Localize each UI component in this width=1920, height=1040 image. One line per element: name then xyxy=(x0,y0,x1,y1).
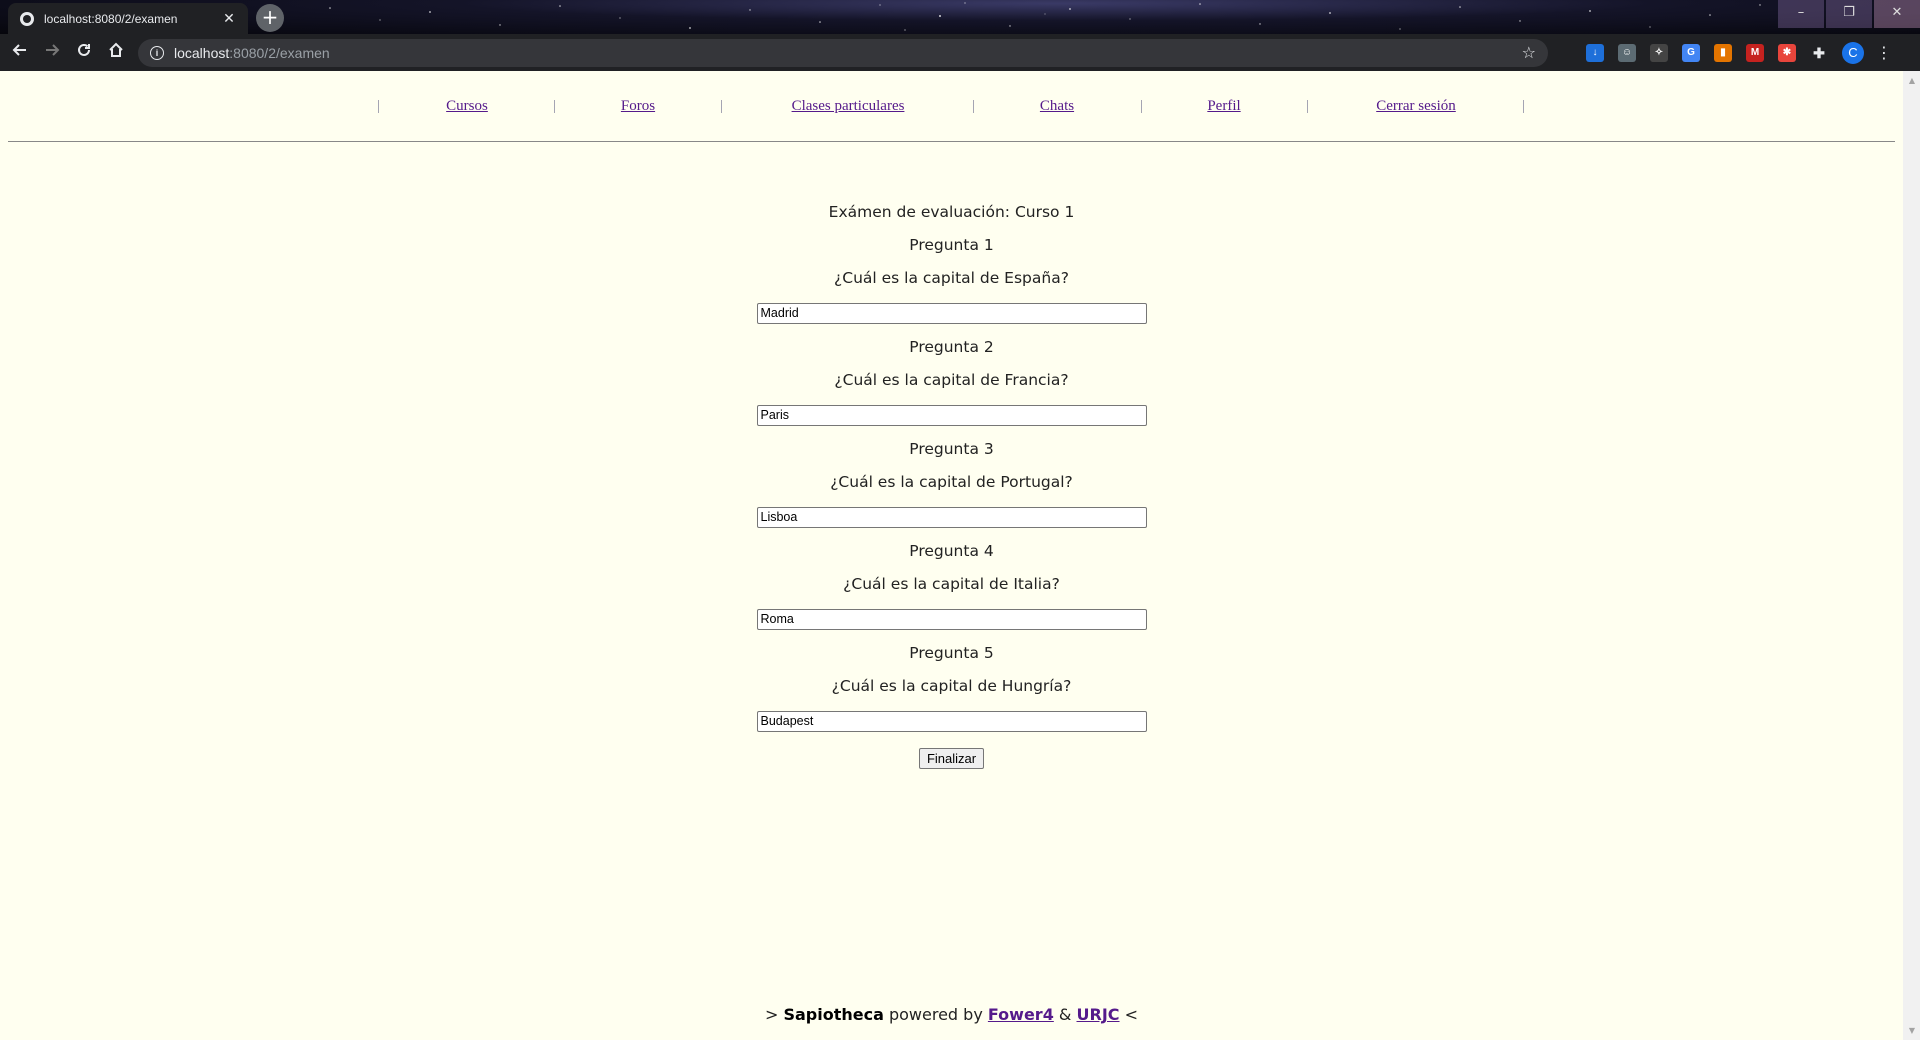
nav-link-cursos[interactable]: Cursos xyxy=(446,98,488,115)
nav-separator: | xyxy=(377,98,381,114)
browser-tab[interactable]: localhost:8080/2/examen ✕ xyxy=(8,3,248,34)
globe-icon xyxy=(20,11,34,26)
question-label: Pregunta 5 xyxy=(909,644,994,662)
footer-prefix: > xyxy=(764,1005,779,1024)
maximize-button[interactable]: ❐ xyxy=(1826,0,1872,28)
starfield-background xyxy=(329,2,1761,31)
footer-link-fower4[interactable]: Fower4 xyxy=(988,1005,1054,1024)
back-arrow-icon[interactable] xyxy=(8,41,32,65)
question-label: Pregunta 1 xyxy=(909,236,994,254)
question-text: ¿Cuál es la capital de España? xyxy=(834,269,1069,287)
reload-icon[interactable] xyxy=(72,41,96,65)
nav-separator: | xyxy=(1140,98,1144,114)
exam-title: Exámen de evaluación: Curso 1 xyxy=(828,203,1075,221)
page-scrollbar[interactable] xyxy=(1903,71,1920,1040)
info-icon[interactable]: i xyxy=(150,45,164,60)
browser-toolbar: i localhost:8080/2/examen ☆ ↓ ☺ ✧ G ▮ M … xyxy=(0,34,1920,71)
translate-extension-icon[interactable]: G xyxy=(1682,43,1700,62)
close-window-button[interactable]: ✕ xyxy=(1874,0,1920,28)
puzzle-extensions-icon[interactable]: ✚ xyxy=(1810,43,1828,62)
answer-input-3[interactable] xyxy=(756,506,1147,528)
footer-ampersand: & xyxy=(1058,1005,1072,1024)
url-text[interactable]: localhost:8080/2/examen xyxy=(174,45,330,61)
question-label: Pregunta 3 xyxy=(909,440,994,458)
question-text: ¿Cuál es la capital de Portugal? xyxy=(830,473,1073,491)
profile-avatar[interactable]: C xyxy=(1842,41,1864,64)
window-controls: – ❐ ✕ xyxy=(1776,0,1920,28)
new-tab-button[interactable]: + xyxy=(256,4,284,32)
question-text: ¿Cuál es la capital de Francia? xyxy=(834,371,1069,389)
browser-tab-strip: localhost:8080/2/examen ✕ + – ❐ ✕ xyxy=(0,0,1920,34)
address-bar[interactable]: i localhost:8080/2/examen ☆ xyxy=(138,38,1548,67)
url-path: :8080/2/examen xyxy=(229,44,330,61)
footer-suffix: < xyxy=(1124,1005,1139,1024)
answer-row xyxy=(0,397,1903,433)
question-text: ¿Cuál es la capital de Italia? xyxy=(843,575,1060,593)
page-content: | Cursos | Foros | Clases particulares |… xyxy=(0,71,1920,1040)
question-text: ¿Cuál es la capital de Hungría? xyxy=(831,677,1072,695)
footer-link-urjc[interactable]: URJC xyxy=(1077,1005,1120,1024)
bulb-extension-icon[interactable]: ✧ xyxy=(1650,43,1668,62)
home-icon[interactable] xyxy=(104,41,128,65)
minimize-button[interactable]: – xyxy=(1778,0,1824,28)
forward-arrow-icon[interactable] xyxy=(40,41,64,65)
orange-extension-icon[interactable]: ▮ xyxy=(1714,43,1732,62)
answer-row xyxy=(0,703,1903,739)
nav-link-cerrar-sesion[interactable]: Cerrar sesión xyxy=(1376,98,1456,115)
close-tab-icon[interactable]: ✕ xyxy=(220,10,238,27)
submit-row: Finalizar xyxy=(0,739,1903,777)
nav-link-perfil[interactable]: Perfil xyxy=(1207,98,1240,115)
nav-link-clases-particulares[interactable]: Clases particulares xyxy=(792,98,905,115)
nav-separator: | xyxy=(1306,98,1310,114)
footer-brand: Sapiotheca xyxy=(783,1005,884,1024)
url-host: localhost xyxy=(174,44,230,61)
finalizar-button[interactable]: Finalizar xyxy=(918,747,985,769)
scroll-down-arrow-icon[interactable]: ▼ xyxy=(1909,1026,1915,1035)
answer-input-4[interactable] xyxy=(756,608,1147,630)
answer-input-5[interactable] xyxy=(756,710,1147,732)
footer-powered-by: powered by xyxy=(888,1005,983,1024)
nav-link-foros[interactable]: Foros xyxy=(621,98,655,115)
scroll-up-arrow-icon[interactable]: ▲ xyxy=(1909,76,1915,85)
download-extension-icon[interactable]: ↓ xyxy=(1586,43,1604,62)
menu-kebab-icon[interactable]: ⋮ xyxy=(1876,43,1892,62)
question-label: Pregunta 4 xyxy=(909,542,994,560)
answer-row xyxy=(0,499,1903,535)
question-label: Pregunta 2 xyxy=(909,338,994,356)
red-extension-icon[interactable]: ✱ xyxy=(1778,43,1796,62)
answer-row xyxy=(0,601,1903,637)
nav-separator: | xyxy=(972,98,976,114)
extensions-area: ↓ ☺ ✧ G ▮ M ✱ ✚ C ⋮ xyxy=(1586,41,1892,64)
gmail-extension-icon[interactable]: M xyxy=(1746,43,1764,62)
header-divider xyxy=(8,141,1895,142)
top-navigation: | Cursos | Foros | Clases particulares |… xyxy=(0,94,1920,124)
bookmark-star-icon[interactable]: ☆ xyxy=(1522,43,1536,62)
footer: > Sapiotheca powered by Fower4 & URJC < xyxy=(0,1005,1903,1024)
answer-row xyxy=(0,295,1903,331)
answer-input-1[interactable] xyxy=(756,302,1147,324)
nav-separator: | xyxy=(553,98,557,114)
exam-form: Exámen de evaluación: Curso 1 Pregunta 1… xyxy=(0,196,1903,777)
tab-title: localhost:8080/2/examen xyxy=(44,11,178,26)
answer-input-2[interactable] xyxy=(756,404,1147,426)
face-extension-icon[interactable]: ☺ xyxy=(1618,43,1636,62)
nav-separator: | xyxy=(1522,98,1526,114)
nav-separator: | xyxy=(720,98,724,114)
nav-link-chats[interactable]: Chats xyxy=(1040,98,1074,115)
